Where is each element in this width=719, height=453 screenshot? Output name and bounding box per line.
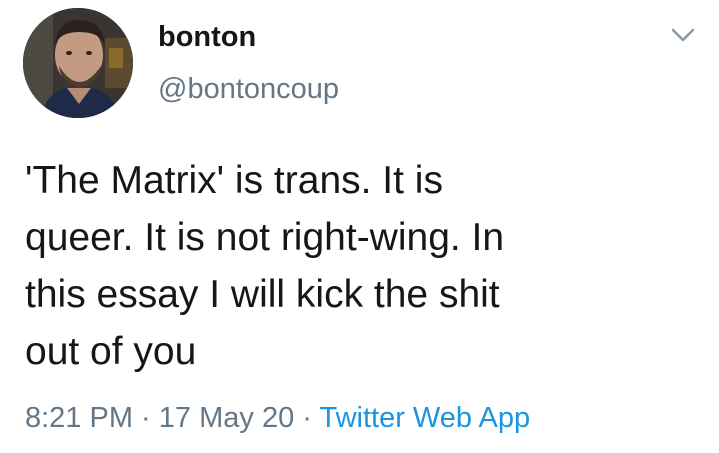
tweet-text-line: queer. It is not right-wing. In [25,216,505,259]
tweet-source-link[interactable]: Twitter Web App [319,402,530,434]
avatar[interactable] [23,8,133,118]
tweet-text: 'The Matrix' is trans. It is queer. It i… [25,152,665,380]
tweet-time[interactable]: 8:21 PM [25,402,133,434]
chevron-down-icon[interactable] [670,24,696,46]
display-name[interactable]: bonton [158,17,256,57]
user-handle[interactable]: @bontoncoup [158,69,339,109]
tweet-metadata: 8:21 PM · 17 May 20 · Twitter Web App [25,398,530,438]
tweet-text-line: this essay I will kick the shit [25,273,500,316]
tweet-card: bonton @bontoncoup 'The Matrix' is trans… [0,0,719,453]
avatar-photo [23,8,133,118]
tweet-date[interactable]: 17 May 20 [159,402,294,434]
tweet-text-line: 'The Matrix' is trans. It is [25,159,443,202]
tweet-text-line: out of you [25,330,197,373]
meta-separator: · [133,402,159,434]
meta-separator: · [294,402,320,434]
